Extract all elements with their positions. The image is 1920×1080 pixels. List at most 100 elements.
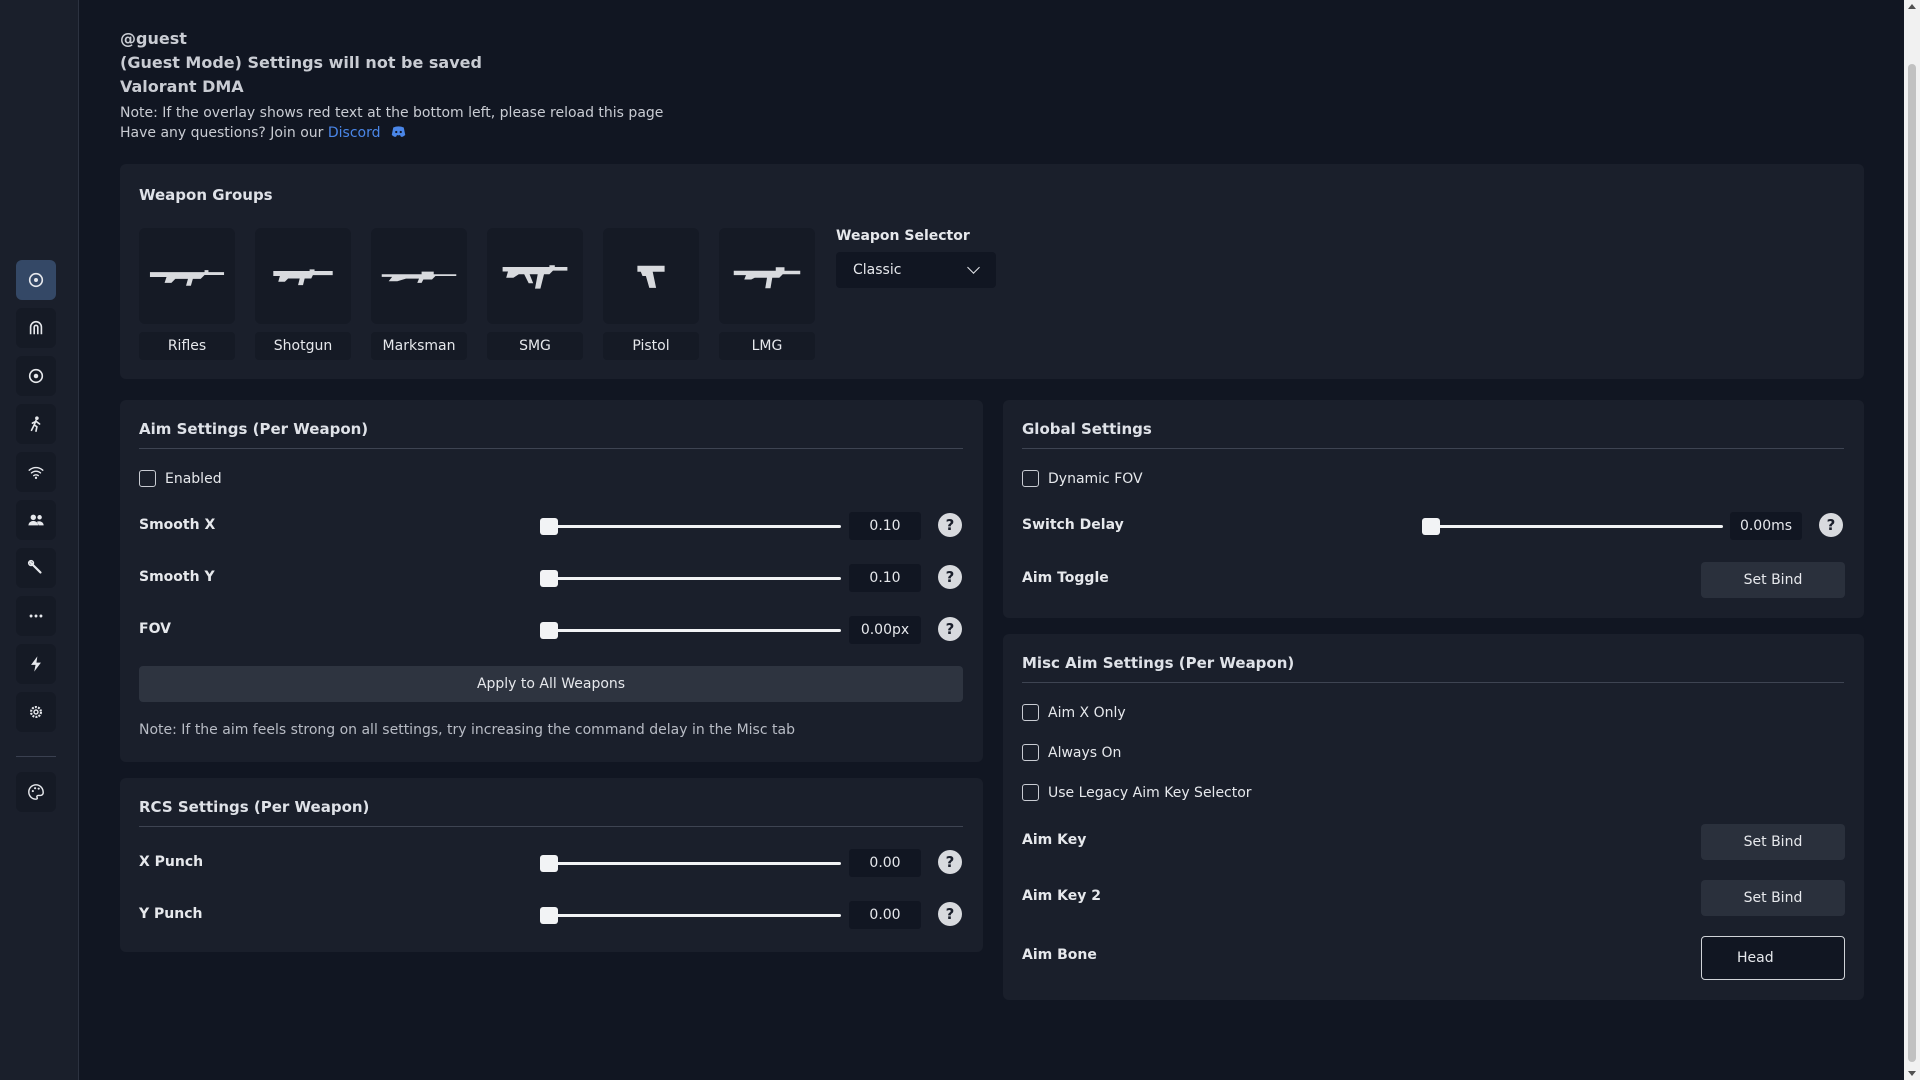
weapon-card-pistol[interactable] xyxy=(603,228,699,324)
scroll-up-arrow-icon[interactable] xyxy=(1908,4,1916,9)
weapon-label-marksman[interactable]: Marksman xyxy=(371,332,467,360)
aim-settings-panel: Aim Settings (Per Weapon) Enabled Smooth… xyxy=(120,400,983,762)
aim-bone-select[interactable]: Head xyxy=(1701,936,1845,980)
checkbox-box[interactable] xyxy=(1022,470,1039,487)
sidebar-item-players[interactable] xyxy=(16,500,56,540)
weapon-label-rifles[interactable]: Rifles xyxy=(139,332,235,360)
sidebar-item-network[interactable] xyxy=(16,452,56,492)
crosshair-icon xyxy=(28,272,44,288)
help-icon[interactable]: ? xyxy=(938,565,962,589)
weapon-card-shotgun[interactable] xyxy=(255,228,351,324)
weapon-card-smg[interactable] xyxy=(487,228,583,324)
help-icon[interactable]: ? xyxy=(938,617,962,641)
switch-delay-value[interactable]: 0.00ms xyxy=(1730,512,1802,540)
sidebar-item-theme[interactable] xyxy=(16,772,56,812)
slider-thumb[interactable] xyxy=(540,570,558,587)
questions-prefix: Have any questions? Join our xyxy=(120,125,328,141)
always-on-checkbox[interactable]: Always On xyxy=(1022,744,1121,761)
y-punch-slider[interactable] xyxy=(540,906,841,924)
smooth-x-slider[interactable] xyxy=(540,517,841,535)
weapon-selector-label: Weapon Selector xyxy=(836,228,970,244)
weapon-groups-title: Weapon Groups xyxy=(139,186,273,204)
x-punch-slider[interactable] xyxy=(540,854,841,872)
aim-x-only-label: Aim X Only xyxy=(1048,704,1126,721)
legacy-aim-key-checkbox[interactable]: Use Legacy Aim Key Selector xyxy=(1022,784,1252,801)
help-icon[interactable]: ? xyxy=(938,513,962,537)
aim-x-only-checkbox[interactable]: Aim X Only xyxy=(1022,704,1126,721)
aim-key-set-bind-button[interactable]: Set Bind xyxy=(1701,824,1845,860)
slider-thumb[interactable] xyxy=(540,622,558,639)
rcs-settings-title: RCS Settings (Per Weapon) xyxy=(139,798,370,816)
divider xyxy=(139,826,963,827)
running-person-icon xyxy=(30,416,41,433)
weapon-card-marksman[interactable] xyxy=(371,228,467,324)
aim-note: Note: If the aim feels strong on all set… xyxy=(139,722,795,738)
aim-toggle-set-bind-button[interactable]: Set Bind xyxy=(1701,562,1845,598)
wrench-icon xyxy=(27,559,42,574)
smooth-x-value[interactable]: 0.10 xyxy=(849,512,921,540)
switch-delay-slider[interactable] xyxy=(1422,517,1723,535)
global-settings-panel: Global Settings Dynamic FOV Switch Delay… xyxy=(1003,400,1864,618)
discord-icon[interactable] xyxy=(391,126,406,138)
lightning-icon xyxy=(31,656,41,672)
magnet-icon xyxy=(29,320,43,335)
scroll-down-arrow-icon[interactable] xyxy=(1908,1071,1916,1076)
sidebar-item-power[interactable] xyxy=(16,644,56,684)
shotgun-icon xyxy=(273,269,333,286)
help-icon[interactable]: ? xyxy=(938,850,962,874)
help-icon[interactable]: ? xyxy=(1819,513,1843,537)
aim-key-2-label: Aim Key 2 xyxy=(1022,888,1101,904)
fov-slider[interactable] xyxy=(540,621,841,639)
enabled-checkbox[interactable]: Enabled xyxy=(139,470,222,487)
checkbox-box[interactable] xyxy=(139,470,156,487)
sidebar xyxy=(0,0,79,1080)
smooth-y-value[interactable]: 0.10 xyxy=(849,564,921,592)
sniper-icon xyxy=(381,271,457,283)
aim-toggle-label: Aim Toggle xyxy=(1022,570,1109,586)
dynamic-fov-checkbox[interactable]: Dynamic FOV xyxy=(1022,470,1143,487)
sidebar-item-tools[interactable] xyxy=(16,548,56,588)
slider-thumb[interactable] xyxy=(1422,518,1440,535)
page-scrollbar[interactable] xyxy=(1904,0,1920,1080)
weapon-selector-dropdown[interactable]: Classic xyxy=(836,252,996,288)
help-icon[interactable]: ? xyxy=(938,902,962,926)
sidebar-item-more[interactable] xyxy=(16,596,56,636)
global-settings-title: Global Settings xyxy=(1022,420,1152,438)
sidebar-item-settings[interactable] xyxy=(16,692,56,732)
weapon-label-pistol[interactable]: Pistol xyxy=(603,332,699,360)
slider-thumb[interactable] xyxy=(540,518,558,535)
sidebar-item-aim[interactable] xyxy=(16,260,56,300)
sidebar-item-target[interactable] xyxy=(16,356,56,396)
sidebar-item-movement[interactable] xyxy=(16,404,56,444)
fov-value[interactable]: 0.00px xyxy=(849,616,921,644)
misc-aim-settings-panel: Misc Aim Settings (Per Weapon) Aim X Onl… xyxy=(1003,634,1864,1000)
weapon-label-shotgun[interactable]: Shotgun xyxy=(255,332,351,360)
enabled-label: Enabled xyxy=(165,470,222,487)
weapon-card-rifles[interactable] xyxy=(139,228,235,324)
scrollbar-thumb[interactable] xyxy=(1908,64,1916,1062)
weapon-label-lmg[interactable]: LMG xyxy=(719,332,815,360)
checkbox-box[interactable] xyxy=(1022,784,1039,801)
checkbox-box[interactable] xyxy=(1022,744,1039,761)
rcs-settings-panel: RCS Settings (Per Weapon) X Punch 0.00 ?… xyxy=(120,778,983,952)
aim-key-2-set-bind-button[interactable]: Set Bind xyxy=(1701,880,1845,916)
fov-label: FOV xyxy=(139,621,171,637)
smg-icon xyxy=(502,265,568,289)
slider-track xyxy=(1423,525,1723,528)
sidebar-item-magnet[interactable] xyxy=(16,308,56,348)
username: @guest xyxy=(120,29,187,48)
discord-link[interactable]: Discord xyxy=(328,125,381,141)
switch-delay-label: Switch Delay xyxy=(1022,517,1124,533)
target-icon xyxy=(28,368,44,384)
weapon-selector-value: Classic xyxy=(853,262,902,278)
weapon-card-lmg[interactable] xyxy=(719,228,815,324)
checkbox-box[interactable] xyxy=(1022,704,1039,721)
x-punch-value[interactable]: 0.00 xyxy=(849,849,921,877)
slider-thumb[interactable] xyxy=(540,855,558,872)
wifi-icon xyxy=(28,466,44,480)
weapon-label-smg[interactable]: SMG xyxy=(487,332,583,360)
y-punch-value[interactable]: 0.00 xyxy=(849,901,921,929)
slider-thumb[interactable] xyxy=(540,907,558,924)
apply-to-all-button[interactable]: Apply to All Weapons xyxy=(139,666,963,702)
smooth-y-slider[interactable] xyxy=(540,569,841,587)
